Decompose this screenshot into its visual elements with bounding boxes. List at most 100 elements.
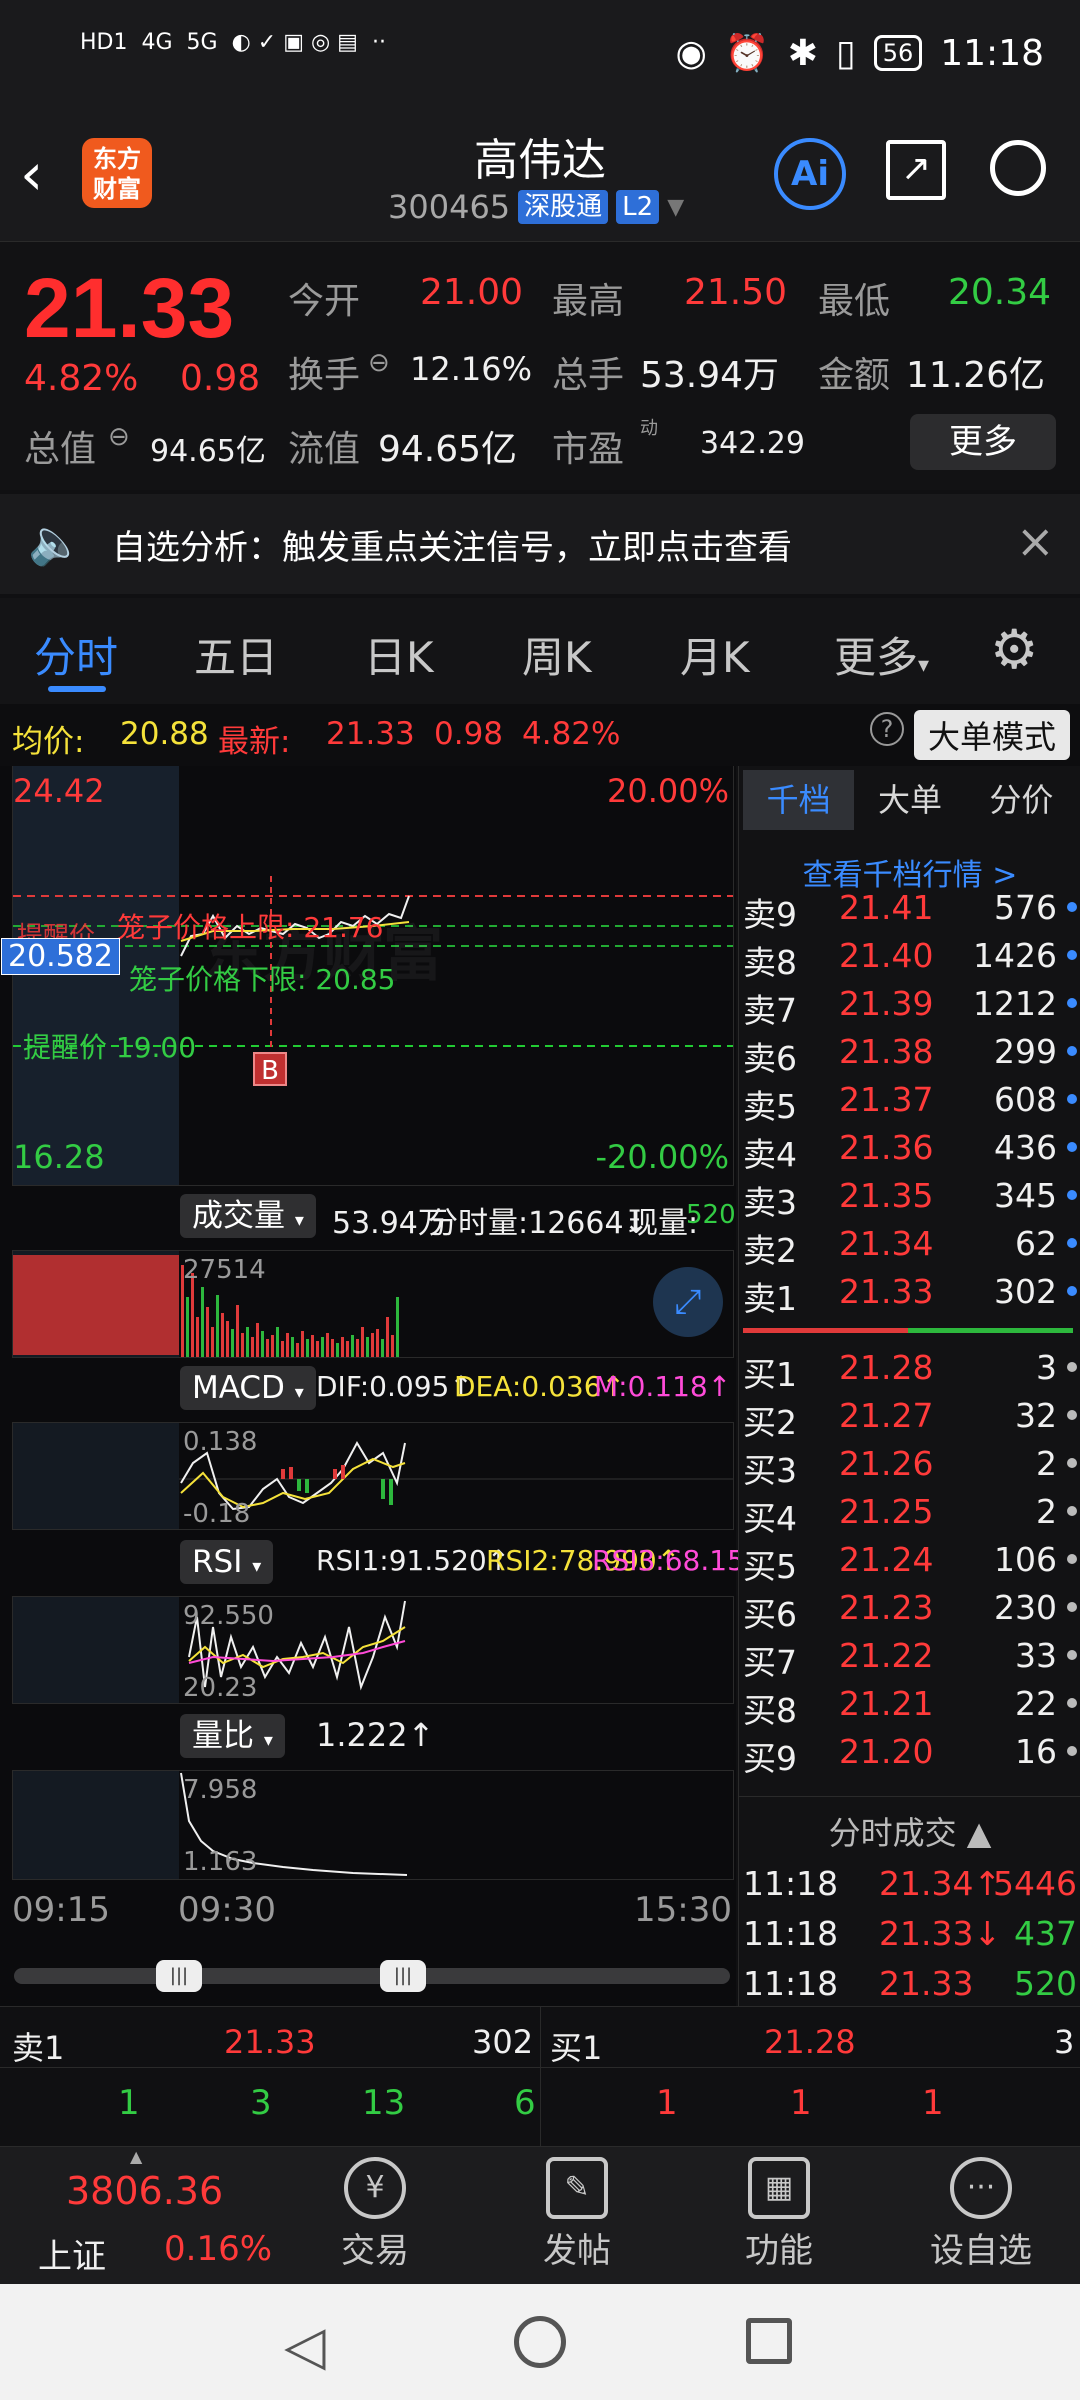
- change-percent: 4.82%: [24, 358, 139, 399]
- dropdown-caret-icon: ▾: [263, 1730, 273, 1751]
- ask-row[interactable]: 卖3 21.35 345: [743, 1172, 1077, 1222]
- ai-assistant-icon[interactable]: Ai: [774, 138, 846, 210]
- rsi-top-label: 92.550: [183, 1601, 274, 1631]
- tab-daily-k[interactable]: 日K: [364, 624, 434, 685]
- ask-row[interactable]: 卖5 21.37 608: [743, 1076, 1077, 1126]
- latest-change: 0.98: [434, 716, 504, 752]
- volume-ratio-panel[interactable]: 7.958 1.163: [12, 1770, 734, 1880]
- search-icon[interactable]: [990, 140, 1046, 196]
- info-icon[interactable]: ⊖: [368, 348, 390, 378]
- system-nav-bar: ◁: [0, 2284, 1080, 2400]
- close-icon[interactable]: ×: [1016, 514, 1055, 568]
- tab-five-day[interactable]: 五日: [194, 624, 278, 685]
- nav-add-watchlist[interactable]: ··· 设自选: [906, 2157, 1056, 2272]
- bid-row[interactable]: 买2 21.27 32: [743, 1392, 1077, 1442]
- bid-row[interactable]: 买4 21.25 2: [743, 1488, 1077, 1538]
- status-dot-icon: [1067, 1286, 1077, 1296]
- tab-more[interactable]: 更多▾: [834, 624, 929, 685]
- dropdown-caret-icon: ▼: [667, 194, 685, 220]
- tab-depth[interactable]: 千档: [743, 770, 855, 830]
- tab-weekly-k[interactable]: 周K: [522, 624, 592, 685]
- range-scrollbar[interactable]: [14, 1968, 730, 1984]
- top-percent-label: 20.00%: [606, 772, 729, 810]
- vibrate-icon: ▯: [835, 32, 856, 74]
- volume-bar: [281, 1341, 284, 1357]
- rsi-panel[interactable]: 92.550 20.23: [12, 1596, 734, 1704]
- mktcap-value: 94.65亿: [150, 434, 266, 469]
- high-value: 21.50: [684, 272, 788, 313]
- recents-icon[interactable]: [746, 2318, 792, 2364]
- ask-volume: 302: [994, 1272, 1057, 1311]
- alert-banner[interactable]: 🔈 自选分析：触发重点关注信号，立即点击查看 ×: [0, 494, 1080, 594]
- trade-time: 11:18: [743, 1864, 839, 1903]
- intraday-chart[interactable]: 24.42 20.00% 16.28 -20.00% 东方财富 提醒价 笼子价格…: [0, 766, 786, 2006]
- bid-row[interactable]: 买8 21.21 22: [743, 1680, 1077, 1730]
- range-handle-left[interactable]: |||: [156, 1960, 202, 1992]
- tab-monthly-k[interactable]: 月K: [680, 624, 750, 685]
- nav-post[interactable]: ✎ 发帖: [502, 2157, 652, 2272]
- ask-row[interactable]: 卖9 21.41 576: [743, 884, 1077, 934]
- ask-row[interactable]: 卖2 21.34 62: [743, 1220, 1077, 1270]
- home-icon[interactable]: [514, 2316, 566, 2368]
- alert-text[interactable]: 自选分析：触发重点关注信号，立即点击查看: [112, 520, 792, 569]
- tab-price-distribution[interactable]: 分价: [966, 770, 1077, 830]
- macd-indicator-selector[interactable]: MACD ▾: [180, 1366, 316, 1410]
- macd-dif: DIF:0.095↑: [316, 1370, 473, 1403]
- bid-price: 21.27: [839, 1396, 934, 1435]
- price-panel[interactable]: 24.42 20.00% 16.28 -20.00% 东方财富 提醒价 笼子价格…: [1, 766, 734, 1186]
- volume-ratio-selector[interactable]: 量比 ▾: [180, 1714, 285, 1758]
- ask-price: 21.41: [839, 888, 934, 927]
- volume-indicator-selector[interactable]: 成交量 ▾: [180, 1194, 316, 1238]
- time-start: 09:15: [12, 1890, 110, 1930]
- trades-title[interactable]: 分时成交 ▲: [739, 1808, 1080, 1854]
- volume-bar: [191, 1273, 194, 1357]
- rsi-indicator-selector[interactable]: RSI ▾: [180, 1540, 274, 1584]
- ask-row[interactable]: 卖4 21.36 436: [743, 1124, 1077, 1174]
- volume-ratio-top-label: 7.958: [183, 1775, 258, 1805]
- bottom-nav: ▲ 3806.36 上证 0.16% ¥ 交易 ✎ 发帖 ▦ 功能 ··· 设自选: [0, 2146, 1080, 2284]
- volume-ratio-bottom-label: 1.163: [183, 1847, 258, 1877]
- buy-marker[interactable]: B: [253, 1052, 287, 1086]
- bid-row[interactable]: 买9 21.20 16: [743, 1728, 1077, 1778]
- bid-row[interactable]: 买7 21.22 33: [743, 1632, 1077, 1682]
- volume-bar: [236, 1305, 239, 1357]
- bid-level-label: 买7: [743, 1643, 797, 1682]
- ask-row[interactable]: 卖7 21.39 1212: [743, 980, 1077, 1030]
- range-handle-right[interactable]: |||: [380, 1960, 426, 1992]
- big-order-mode-button[interactable]: 大单模式: [913, 710, 1070, 760]
- back-icon[interactable]: ◁: [284, 2314, 326, 2377]
- index-name: 上证: [38, 2237, 106, 2277]
- tab-intraday[interactable]: 分时: [34, 624, 118, 685]
- rsi1-value: RSI1:91.520↑: [316, 1544, 511, 1577]
- status-dot-icon: [1067, 1554, 1077, 1564]
- ask-row[interactable]: 卖6 21.38 299: [743, 1028, 1077, 1078]
- bid-price: 21.26: [839, 1444, 934, 1483]
- info-icon[interactable]: ⊖: [108, 422, 130, 452]
- more-button[interactable]: 更多: [910, 414, 1056, 470]
- macd-panel[interactable]: 0.138 -0.18: [12, 1422, 734, 1530]
- expand-icon[interactable]: ⤢: [653, 1267, 723, 1337]
- help-icon[interactable]: ?: [870, 712, 904, 746]
- ask-row[interactable]: 卖8 21.40 1426: [743, 932, 1077, 982]
- bid-volume: 2: [1036, 1492, 1057, 1531]
- ask-level-label: 卖8: [743, 943, 797, 982]
- tab-big-order[interactable]: 大单: [854, 770, 965, 830]
- bid-row[interactable]: 买1 21.28 3: [743, 1344, 1077, 1394]
- stock-code-row[interactable]: 300465 深股通 L2 ▼: [388, 188, 684, 226]
- grid-icon: ▦: [748, 2157, 810, 2219]
- nav-functions[interactable]: ▦ 功能: [704, 2157, 854, 2272]
- gear-icon[interactable]: ⚙: [990, 618, 1038, 681]
- volume-bar: [296, 1343, 299, 1357]
- bid-level-label: 买8: [743, 1691, 797, 1730]
- bid-row[interactable]: 买6 21.23 230: [743, 1584, 1077, 1634]
- more-notifications-icon: ··: [371, 30, 386, 55]
- index-ticker[interactable]: ▲ 3806.36 上证 0.16%: [12, 2147, 292, 2285]
- nav-trade[interactable]: ¥ 交易: [300, 2157, 450, 2272]
- bid-row[interactable]: 买5 21.24 106: [743, 1536, 1077, 1586]
- volume-panel[interactable]: 27514 ⤢: [12, 1250, 734, 1358]
- ask-row[interactable]: 卖1 21.33 302: [743, 1268, 1077, 1318]
- bid-row[interactable]: 买3 21.26 2: [743, 1440, 1077, 1490]
- share-icon[interactable]: ↗: [886, 140, 946, 200]
- volume-bar: [226, 1321, 229, 1357]
- volume-value: 53.94万: [640, 355, 780, 396]
